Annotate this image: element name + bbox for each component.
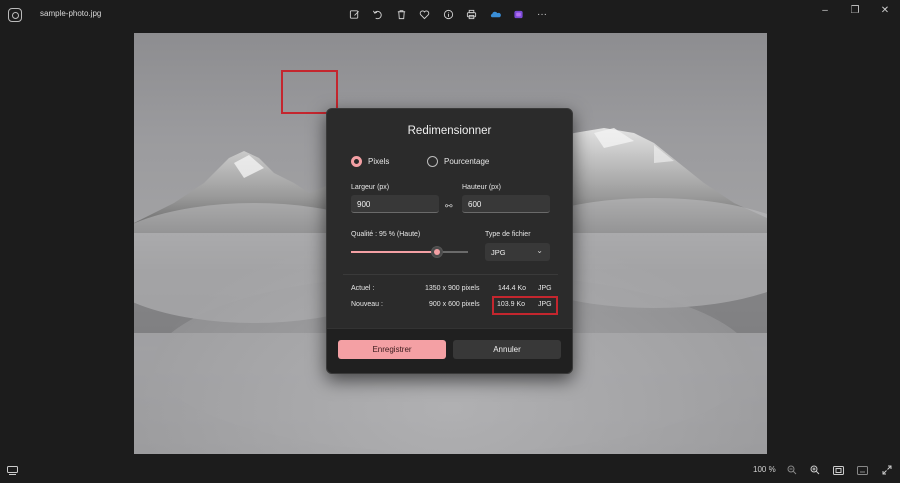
new-dimensions: 900 x 600 pixels bbox=[429, 301, 480, 308]
height-input[interactable]: 600 bbox=[462, 195, 550, 213]
minimize-icon[interactable]: – bbox=[810, 0, 840, 20]
filetype-value: JPG bbox=[491, 248, 506, 257]
rotate-icon[interactable] bbox=[372, 7, 384, 21]
width-input[interactable]: 900 bbox=[351, 195, 439, 213]
zoom-out-icon[interactable] bbox=[786, 464, 798, 476]
quality-slider-fill bbox=[351, 251, 437, 253]
info-icon[interactable] bbox=[442, 7, 454, 21]
filmstrip-icon[interactable] bbox=[7, 466, 18, 477]
photos-app-icon bbox=[8, 8, 22, 22]
title-bar: sample-photo.jpg ··· – ❐ ✕ bbox=[0, 0, 900, 30]
cancel-button[interactable]: Annuler bbox=[453, 340, 561, 359]
resize-dialog: Redimensionner Pixels Pourcentage Largeu… bbox=[326, 108, 573, 374]
radio-percentage[interactable]: Pourcentage bbox=[427, 156, 489, 167]
highlight-box bbox=[492, 296, 558, 315]
dialog-title: Redimensionner bbox=[407, 125, 492, 137]
filetype-select[interactable]: JPG ⌄ bbox=[485, 243, 550, 261]
current-size: 144.4 Ko bbox=[498, 285, 527, 292]
current-type: JPG bbox=[538, 285, 552, 292]
onedrive-icon[interactable] bbox=[489, 7, 501, 21]
delete-icon[interactable] bbox=[395, 7, 407, 21]
save-button[interactable]: Enregistrer bbox=[338, 340, 446, 359]
restore-icon[interactable]: ❐ bbox=[840, 0, 870, 20]
new-label: Nouveau : bbox=[351, 301, 383, 308]
width-label: Largeur (px) bbox=[351, 184, 390, 191]
filetype-label: Type de fichier bbox=[485, 231, 531, 238]
chevron-down-icon: ⌄ bbox=[536, 246, 543, 255]
quality-label: Qualité : 95 % (Haute) bbox=[351, 231, 421, 238]
current-label: Actuel : bbox=[351, 285, 375, 292]
status-bar: 100 % bbox=[0, 458, 900, 483]
window-controls: – ❐ ✕ bbox=[810, 0, 900, 20]
radio-pixels-indicator[interactable] bbox=[351, 156, 362, 167]
radio-pixels-label: Pixels bbox=[368, 157, 390, 166]
height-label: Hauteur (px) bbox=[462, 184, 501, 191]
favorite-icon[interactable] bbox=[419, 7, 431, 21]
actual-size-icon[interactable] bbox=[856, 464, 868, 476]
more-icon[interactable]: ··· bbox=[536, 7, 548, 21]
zoom-level: 100 % bbox=[753, 465, 776, 474]
fit-to-window-icon[interactable] bbox=[832, 464, 844, 476]
toolbar: ··· bbox=[348, 7, 548, 21]
dialog-footer: Enregistrer Annuler bbox=[327, 328, 572, 373]
current-dimensions: 1350 x 900 pixels bbox=[425, 285, 480, 292]
close-icon[interactable]: ✕ bbox=[870, 0, 900, 20]
radio-pixels[interactable]: Pixels bbox=[351, 156, 389, 167]
zoom-in-icon[interactable] bbox=[809, 464, 821, 476]
radio-percentage-label: Pourcentage bbox=[444, 157, 490, 166]
link-icon[interactable]: ⚯ bbox=[445, 201, 453, 212]
file-name: sample-photo.jpg bbox=[40, 9, 102, 18]
divider bbox=[343, 274, 558, 275]
quality-slider[interactable] bbox=[351, 246, 468, 258]
print-icon[interactable] bbox=[466, 7, 478, 21]
edit-icon[interactable] bbox=[348, 7, 360, 21]
fullscreen-icon[interactable] bbox=[881, 464, 893, 476]
quality-slider-thumb[interactable] bbox=[431, 246, 443, 258]
radio-percentage-indicator[interactable] bbox=[427, 156, 438, 167]
clipchamp-icon[interactable] bbox=[513, 7, 525, 21]
